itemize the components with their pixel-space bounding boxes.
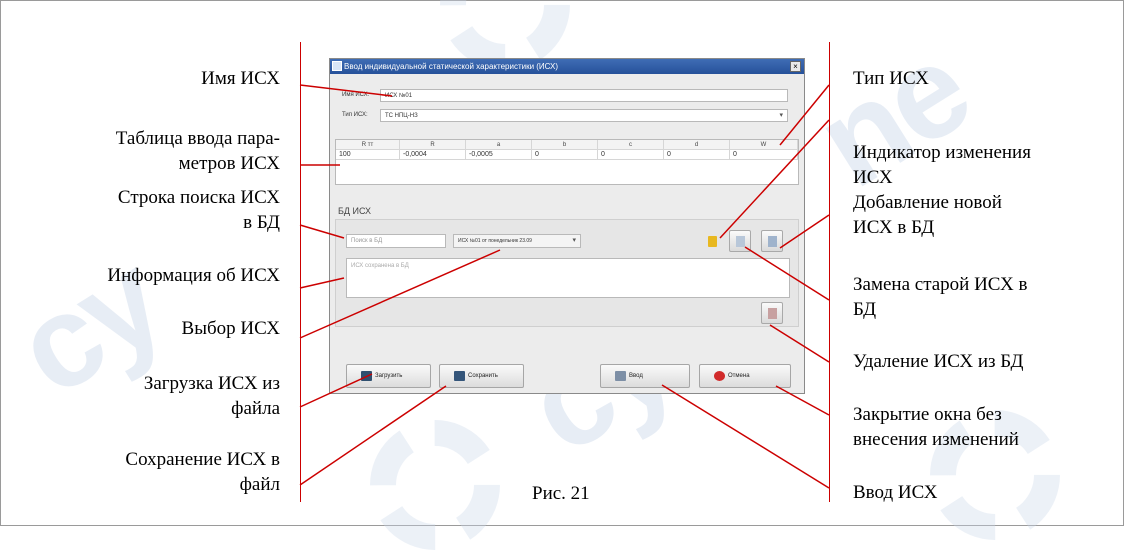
callout-line-replace bbox=[744, 246, 830, 301]
callout-line-save bbox=[299, 385, 447, 486]
callout-line-name bbox=[299, 84, 393, 97]
figure-caption: Рис. 21 bbox=[532, 483, 590, 504]
callout-line-load bbox=[299, 373, 373, 408]
callout-line-select bbox=[299, 249, 501, 339]
callout-line-indicator bbox=[719, 119, 830, 239]
callout-line-search bbox=[299, 224, 345, 239]
callout-line-close bbox=[775, 385, 830, 416]
callout-line-delete bbox=[769, 324, 830, 363]
callout-lines bbox=[299, 84, 830, 489]
callout-line-type bbox=[779, 84, 830, 146]
callout-line-info bbox=[299, 277, 345, 289]
callout-line-add bbox=[779, 214, 830, 249]
